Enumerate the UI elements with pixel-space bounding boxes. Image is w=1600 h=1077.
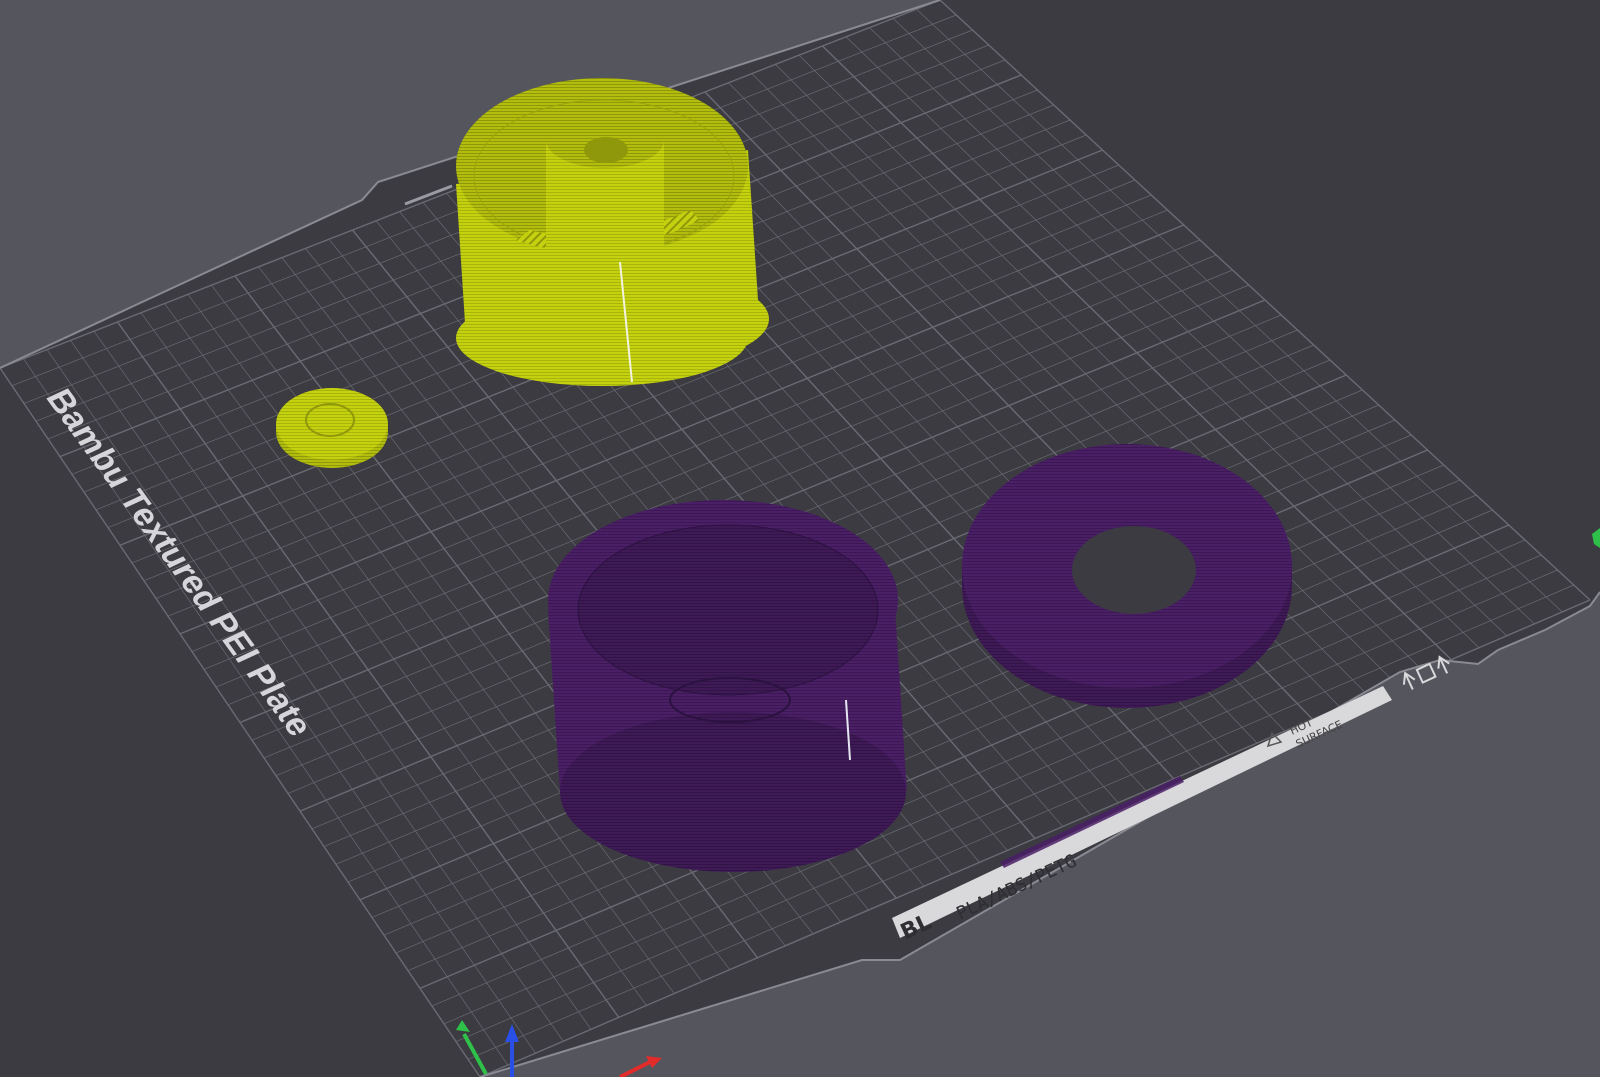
yellow-cup-base bbox=[456, 290, 748, 386]
purple-cup-base bbox=[560, 712, 906, 872]
scene-canvas[interactable]: Bambu Textured PEI Plate PLA/ABS/PETG BL… bbox=[0, 0, 1600, 1077]
purple-ring-object[interactable] bbox=[962, 444, 1292, 708]
purple-ring-hole bbox=[1072, 526, 1196, 614]
yellow-cap-top bbox=[276, 388, 388, 460]
purple-cup-inner bbox=[577, 524, 879, 696]
yellow-cup-object[interactable] bbox=[456, 78, 769, 386]
purple-cup-object[interactable] bbox=[548, 500, 907, 872]
yellow-cap-object[interactable] bbox=[276, 388, 388, 468]
3d-viewport[interactable]: Bambu Textured PEI Plate PLA/ABS/PETG BL… bbox=[0, 0, 1600, 1077]
yellow-cup-post-hole bbox=[584, 137, 628, 163]
